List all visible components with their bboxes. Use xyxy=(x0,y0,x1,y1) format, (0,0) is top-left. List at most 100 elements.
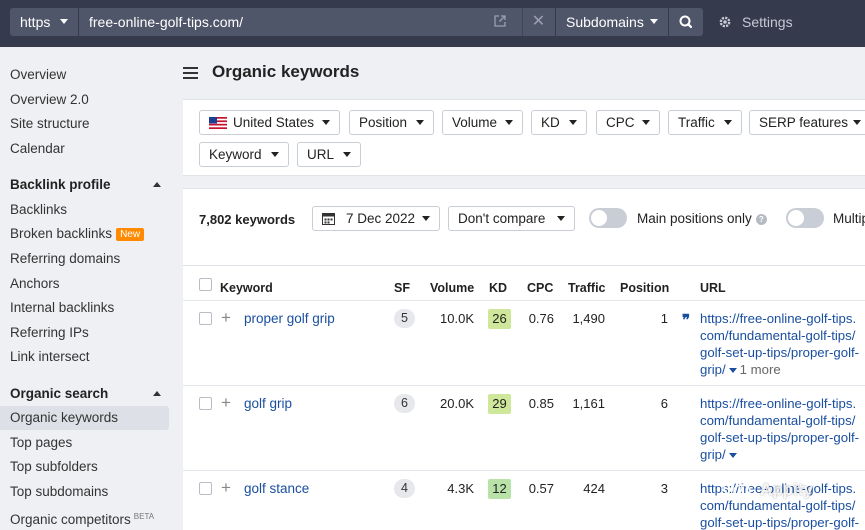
sidebar-item-top-pages[interactable]: Top pages xyxy=(0,431,169,455)
gear-icon xyxy=(719,16,731,28)
chevron-down-icon xyxy=(853,120,861,125)
sidebar-item-referring-ips[interactable]: Referring IPs xyxy=(0,321,169,345)
kd-badge: 29 xyxy=(488,394,511,414)
multiple-positions-label: Multip xyxy=(833,211,865,226)
sf-count[interactable]: 4 xyxy=(394,479,415,498)
search-button[interactable] xyxy=(669,8,703,36)
protocol-select[interactable]: https xyxy=(10,8,78,36)
sidebar-item-anchors[interactable]: Anchors xyxy=(0,272,169,296)
row-checkbox[interactable] xyxy=(199,312,212,325)
kd-badge: 26 xyxy=(488,309,511,329)
sidebar-item-top-subdomains[interactable]: Top subdomains xyxy=(0,480,169,504)
protocol-value: https xyxy=(20,14,51,30)
collapse-icon xyxy=(153,182,161,187)
chevron-down-icon xyxy=(569,120,577,125)
column-header-sf[interactable]: SF xyxy=(394,281,410,295)
quote-icon[interactable]: ❞ xyxy=(682,313,690,328)
toggle-label: Main positions only xyxy=(637,211,752,226)
top-bar: https free-online-golf-tips.com/ ✕ Subdo… xyxy=(0,0,865,47)
filter-label: SERP features xyxy=(759,115,849,130)
volume-value: 20.0K xyxy=(440,396,474,411)
row-checkbox[interactable] xyxy=(199,482,212,495)
date-picker[interactable]: 7 Dec 2022 xyxy=(312,206,440,231)
serp-features-filter[interactable]: SERP features xyxy=(749,110,865,135)
sidebar-item-internal-backlinks[interactable]: Internal backlinks xyxy=(0,296,169,320)
country-filter[interactable]: United States xyxy=(199,110,340,135)
sidebar-item-organic-keywords[interactable]: Organic keywords xyxy=(0,406,169,430)
keyword-link[interactable]: proper golf grip xyxy=(244,311,335,326)
select-all-checkbox[interactable] xyxy=(199,278,212,291)
chevron-down-icon xyxy=(650,19,658,24)
page-title: Organic keywords xyxy=(212,62,360,81)
kd-filter[interactable]: KD xyxy=(531,110,587,135)
us-flag-icon xyxy=(209,117,227,129)
sidebar-section-backlink-profile[interactable]: Backlink profile xyxy=(0,173,169,197)
help-icon[interactable]: ? xyxy=(755,214,767,225)
traffic-value: 424 xyxy=(583,481,605,496)
url-filter[interactable]: URL xyxy=(297,142,361,167)
column-header-position[interactable]: Position xyxy=(620,281,669,295)
settings-button[interactable]: Settings xyxy=(718,8,793,36)
sidebar-item-overview-2[interactable]: Overview 2.0 xyxy=(0,88,169,112)
cpc-value: 0.85 xyxy=(528,396,554,411)
sidebar-item-site-structure[interactable]: Site structure xyxy=(0,112,169,136)
url-value: free-online-golf-tips.com/ xyxy=(89,14,244,30)
add-keyword-icon[interactable]: + xyxy=(221,479,231,496)
sidebar-item-overview[interactable]: Overview xyxy=(0,63,169,87)
column-header-keyword[interactable]: Keyword xyxy=(220,281,273,295)
traffic-filter[interactable]: Traffic xyxy=(668,110,742,135)
collapse-icon xyxy=(153,391,161,396)
menu-icon[interactable] xyxy=(183,67,199,79)
chevron-down-icon[interactable] xyxy=(728,453,737,458)
add-keyword-icon[interactable]: + xyxy=(221,309,231,326)
sidebar-item-organic-competitors[interactable]: Organic competitors BETA xyxy=(0,505,169,529)
column-header-url[interactable]: URL xyxy=(700,281,726,295)
compare-select[interactable]: Don't compare xyxy=(448,206,575,231)
multiple-positions-toggle[interactable] xyxy=(786,208,824,228)
watermark-text: Appity xyxy=(760,480,813,499)
sf-count[interactable]: 6 xyxy=(394,394,415,413)
sidebar-item-link-intersect[interactable]: Link intersect xyxy=(0,345,169,369)
keyword-filter[interactable]: Keyword xyxy=(199,142,289,167)
volume-filter[interactable]: Volume xyxy=(442,110,523,135)
chevron-down-icon xyxy=(724,120,732,125)
search-icon xyxy=(679,15,693,29)
add-keyword-icon[interactable]: + xyxy=(221,394,231,411)
mode-select[interactable]: Subdomains xyxy=(556,8,668,36)
volume-value: 4.3K xyxy=(447,481,474,496)
url-link[interactable]: https://free-online-golf-tips.com/fundam… xyxy=(700,395,860,463)
toggle-knob xyxy=(591,210,607,226)
sidebar-item-backlinks[interactable]: Backlinks xyxy=(0,198,169,222)
settings-label: Settings xyxy=(742,14,793,30)
row-checkbox[interactable] xyxy=(199,397,212,410)
filter-label: Volume xyxy=(452,115,498,130)
url-input[interactable]: free-online-golf-tips.com/ xyxy=(79,8,555,36)
column-header-cpc[interactable]: CPC xyxy=(527,281,553,295)
sf-count[interactable]: 5 xyxy=(394,309,415,328)
sidebar-item-broken-backlinks[interactable]: Broken backlinks New xyxy=(0,222,169,246)
chevron-down-icon xyxy=(60,19,68,24)
column-header-kd[interactable]: KD xyxy=(489,281,507,295)
sidebar-item-label: Broken backlinks xyxy=(10,226,113,241)
column-header-traffic[interactable]: Traffic xyxy=(568,281,606,295)
sidebar-item-referring-domains[interactable]: Referring domains xyxy=(0,247,169,271)
cpc-filter[interactable]: CPC xyxy=(596,110,660,135)
keyword-link[interactable]: golf grip xyxy=(244,396,292,411)
url-link[interactable]: https://free-online-golf-tips.com/fundam… xyxy=(700,310,860,378)
position-filter[interactable]: Position xyxy=(349,110,434,135)
cpc-value: 0.57 xyxy=(528,481,554,496)
url-text: https://free-online-golf-tips.com/fundam… xyxy=(700,396,860,462)
sidebar-section-organic-search[interactable]: Organic search xyxy=(0,382,169,406)
column-header-volume[interactable]: Volume xyxy=(430,281,474,295)
table-row: + proper golf grip 5 10.0K 26 0.76 1,490… xyxy=(183,301,865,386)
keyword-link[interactable]: golf stance xyxy=(244,481,309,496)
chevron-down-icon[interactable] xyxy=(728,368,737,373)
filter-label: Position xyxy=(359,115,408,130)
chevron-down-icon xyxy=(505,120,513,125)
sidebar-item-top-subfolders[interactable]: Top subfolders xyxy=(0,455,169,479)
sidebar-item-calendar[interactable]: Calendar xyxy=(0,137,169,161)
clear-icon[interactable]: ✕ xyxy=(522,8,554,36)
main-positions-toggle[interactable] xyxy=(589,208,627,228)
more-urls[interactable]: 1 more xyxy=(740,362,781,377)
external-link-icon[interactable] xyxy=(494,15,506,27)
